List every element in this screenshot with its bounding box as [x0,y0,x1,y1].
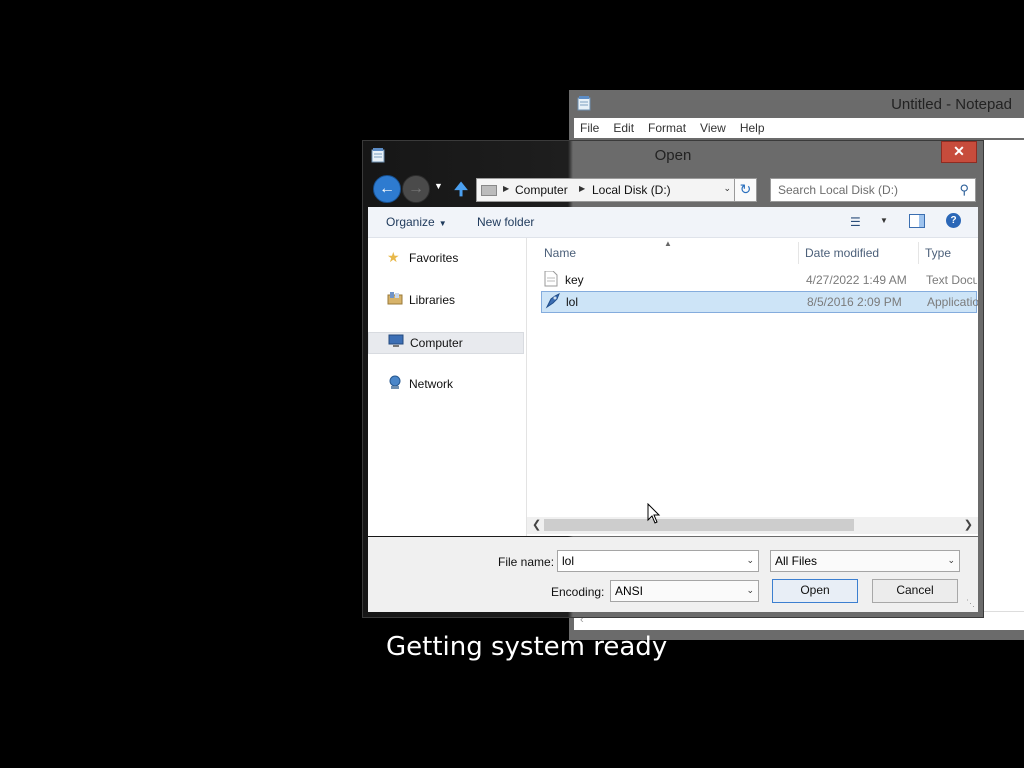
scroll-right-icon[interactable]: ❯ [964,518,973,531]
file-list-horizontal-scrollbar[interactable]: ❮ ❯ [527,517,978,534]
back-button[interactable]: ← [373,175,401,203]
file-name-label: File name: [498,555,555,569]
nav-item-label: Network [409,377,454,391]
nav-item-network[interactable]: Network [368,374,524,394]
mouse-cursor-icon [647,502,661,528]
file-name: lol [566,295,579,309]
nav-item-label: Libraries [409,293,456,307]
chevron-down-icon[interactable]: ⌄ [723,183,731,194]
organize-button[interactable]: Organize ▼ [386,215,447,229]
preview-pane-icon[interactable] [909,214,925,228]
help-icon[interactable]: ? [946,213,961,228]
menu-help[interactable]: Help [734,118,773,138]
library-icon [387,291,403,308]
file-type: Text Document [926,273,977,287]
computer-icon [388,334,404,351]
chevron-down-icon: ▼ [438,219,447,228]
file-date: 8/5/2016 2:09 PM [807,295,902,309]
menu-format[interactable]: Format [642,118,694,138]
status-message: Getting system ready [386,632,668,662]
scrollbar-thumb[interactable] [544,519,854,531]
new-folder-button[interactable]: New folder [477,215,534,229]
search-input[interactable]: Search Local Disk (D:) ⚲ [770,178,976,202]
search-placeholder: Search Local Disk (D:) [778,183,899,197]
menu-file[interactable]: File [574,118,607,138]
file-list: ▲ Name Date modified Type key 4/27/2022 … [527,238,978,536]
recent-locations-dropdown[interactable]: ▼ [434,181,443,191]
arrow-left-icon: ← [379,180,395,197]
dialog-footer: File name: lol ⌄ All Files ⌄ Encoding: A… [368,537,978,612]
nav-item-favorites[interactable]: ★ Favorites [368,248,524,268]
file-type-filter-value: All Files [775,554,818,568]
toolbar: Organize ▼ New folder ☰ ▼ ? [368,207,978,238]
column-name[interactable]: Name [544,246,576,260]
chevron-down-icon[interactable]: ⌄ [746,585,754,596]
chevron-down-icon[interactable]: ⌄ [746,555,754,566]
file-type: Application [927,295,978,309]
close-button[interactable]: ✕ [941,141,977,163]
notepad-title: Untitled - Notepad [891,96,1012,113]
navigation-pane: ★ Favorites Libraries Computer Network [368,238,527,536]
column-date-modified[interactable]: Date modified [805,246,879,260]
file-row-key[interactable]: key 4/27/2022 1:49 AM Text Document [541,270,977,290]
search-icon[interactable]: ⚲ [959,182,969,198]
menu-edit[interactable]: Edit [607,118,642,138]
nav-item-libraries[interactable]: Libraries [368,290,524,310]
file-row-lol[interactable]: lol 8/5/2016 2:09 PM Application [541,291,978,313]
encoding-select[interactable]: ANSI ⌄ [610,580,759,602]
column-divider[interactable] [918,242,919,264]
column-type[interactable]: Type [925,246,951,260]
menu-view[interactable]: View [694,118,734,138]
column-header-row: ▲ Name Date modified Type [527,238,978,264]
view-options-icon[interactable]: ☰ [850,215,861,229]
breadcrumb-local-disk[interactable]: Local Disk (D:) [592,183,671,197]
column-divider[interactable] [798,242,799,264]
open-button[interactable]: Open [772,579,858,603]
encoding-value: ANSI [615,584,644,598]
refresh-icon: ↻ [739,181,752,197]
up-arrow-icon[interactable]: 🠉 [454,177,468,206]
organize-label: Organize [386,215,435,229]
resize-grip-icon[interactable]: ⋱ [966,598,975,609]
file-name-field[interactable]: lol ⌄ [557,550,759,572]
file-type-filter[interactable]: All Files ⌄ [770,550,960,572]
chevron-down-icon[interactable]: ⌄ [947,555,955,566]
chevron-right-icon[interactable]: ▶ [579,184,585,193]
refresh-button[interactable]: ↻ [734,178,757,202]
nav-item-computer[interactable]: Computer [368,332,524,354]
forward-button[interactable]: → [402,175,430,203]
text-file-icon [544,270,558,290]
notepad-menubar: File Edit Format View Help [574,118,1024,138]
encoding-label: Encoding: [551,585,605,599]
nav-item-label: Favorites [409,251,459,265]
address-bar[interactable]: ▶ Computer ▶ Local Disk (D:) ⌄ [476,178,735,202]
file-name-value: lol [562,554,575,568]
drive-icon [481,185,497,196]
breadcrumb-computer[interactable]: Computer [515,183,568,197]
arrow-right-icon: → [408,180,424,197]
open-dialog: Open ✕ ← → ▼ 🠉 ▶ Computer ▶ Local Disk (… [363,141,983,617]
dialog-title: Open [654,147,692,164]
file-date: 4/27/2022 1:49 AM [806,273,907,287]
cancel-button[interactable]: Cancel [872,579,958,603]
scroll-left-icon[interactable]: ❮ [532,518,541,531]
sort-arrow-icon: ▲ [664,239,672,248]
chevron-right-icon[interactable]: ▶ [503,184,509,193]
chevron-down-icon[interactable]: ▼ [880,216,888,225]
star-icon: ★ [387,249,400,265]
network-icon [387,375,403,393]
notepad-icon [577,96,591,114]
application-icon [545,292,561,312]
nav-item-label: Computer [410,336,463,350]
file-name: key [565,273,584,287]
